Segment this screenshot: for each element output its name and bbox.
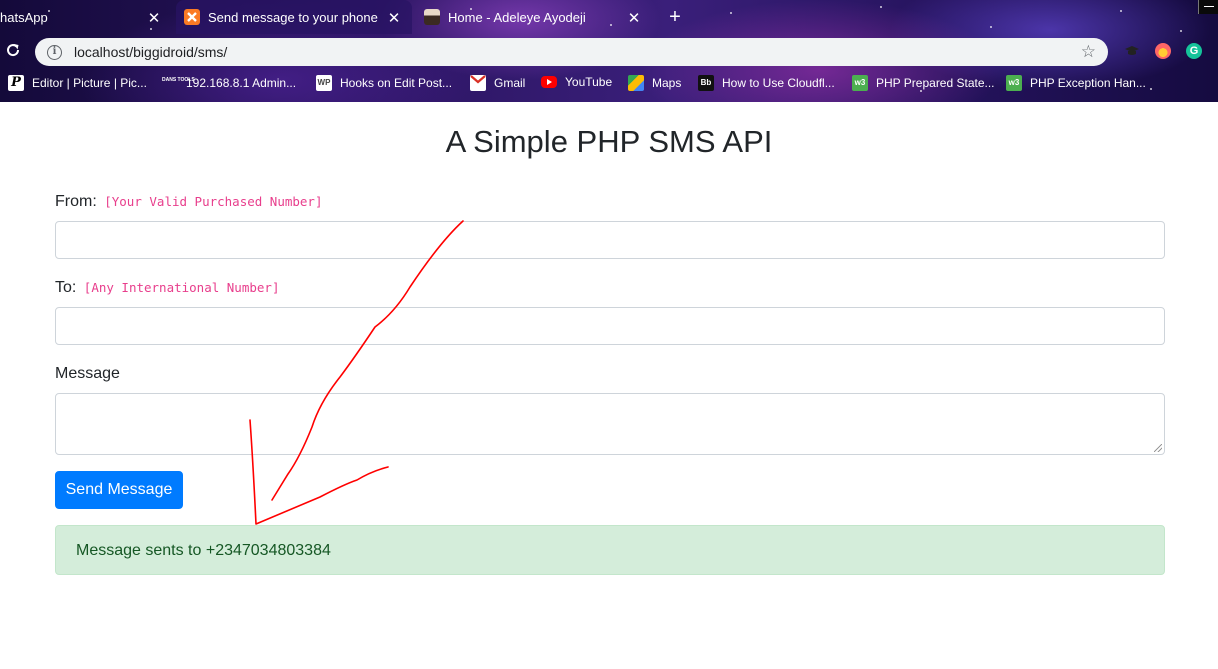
page-content: A Simple PHP SMS API From: [Your Valid P… [0, 102, 1218, 669]
success-alert: Message sents to +2347034803384 [55, 525, 1165, 575]
to-hint: [Any International Number] [83, 280, 280, 295]
bookmark-php-prepared[interactable]: w3 PHP Prepared State... [852, 75, 995, 91]
tab-label: Home - Adeleye Ayodeji [448, 9, 586, 25]
from-label: From: [Your Valid Purchased Number] [55, 193, 322, 211]
maps-icon [628, 75, 644, 91]
grammarly-icon[interactable]: G [1186, 43, 1202, 59]
from-label-text: From: [55, 193, 97, 210]
success-alert-text: Message sents to +2347034803384 [76, 542, 331, 559]
send-message-button[interactable]: Send Message [55, 471, 183, 509]
annotation-arrow-line [271, 220, 464, 501]
youtube-icon [541, 76, 557, 88]
to-label-text: To: [55, 279, 77, 296]
tab-label: hatsApp [0, 9, 48, 25]
bookmark-label: Hooks on Edit Post... [340, 76, 453, 90]
gmail-icon [470, 75, 486, 91]
resize-handle-icon[interactable] [1154, 444, 1162, 452]
bookmark-star-icon[interactable]: ☆ [1081, 42, 1096, 62]
tab-whatsapp[interactable]: hatsApp ✕ [0, 0, 172, 34]
bookmark-php-exception[interactable]: w3 PHP Exception Han... [1006, 75, 1146, 91]
w3schools-icon: w3 [1006, 75, 1022, 91]
w3schools-icon: w3 [852, 75, 868, 91]
reload-icon[interactable] [5, 42, 23, 60]
bookmark-label: Editor | Picture | Pic... [32, 76, 147, 90]
bookmark-router-admin[interactable]: DANS TOOLS 192.168.8.1 Admin... [162, 75, 296, 91]
bookmarks-bar: P Editor | Picture | Pic... DANS TOOLS 1… [0, 70, 1218, 98]
address-bar[interactable]: i localhost/biggidroid/sms/ ☆ [35, 38, 1108, 66]
close-icon[interactable]: ✕ [386, 9, 402, 27]
red-annotation-arrow [249, 220, 464, 525]
bookmark-label: Gmail [494, 76, 526, 90]
close-icon[interactable]: ✕ [146, 9, 162, 27]
message-textarea[interactable] [55, 393, 1165, 455]
info-icon[interactable]: i [47, 44, 62, 60]
bookmark-cloudflare[interactable]: Bb How to Use Cloudfl... [698, 75, 835, 91]
tab-label: Send message to your phone [208, 9, 378, 25]
wordpress-icon: WP [316, 75, 332, 91]
url-text: localhost/biggidroid/sms/ [74, 44, 228, 60]
bookmark-label: How to Use Cloudfl... [722, 76, 835, 90]
from-hint: [Your Valid Purchased Number] [104, 194, 323, 209]
picsart-icon: P [8, 75, 24, 91]
minimize-button[interactable] [1198, 0, 1218, 14]
to-label: To: [Any International Number] [55, 279, 279, 297]
xampp-icon [184, 9, 200, 25]
bookmark-hooks[interactable]: WP Hooks on Edit Post... [316, 75, 452, 91]
bookmark-youtube[interactable]: YouTube [541, 75, 612, 89]
close-icon[interactable]: ✕ [626, 9, 642, 27]
tab-home-adeleye[interactable]: Home - Adeleye Ayodeji ✕ [416, 0, 652, 34]
page-title: A Simple PHP SMS API [445, 124, 773, 159]
bookmark-label: 192.168.8.1 Admin... [186, 76, 297, 90]
from-input[interactable] [55, 221, 1165, 259]
bookmark-label: PHP Exception Han... [1030, 76, 1146, 90]
tab-send-message[interactable]: Send message to your phone ✕ [176, 0, 412, 34]
profile-photo-icon [424, 9, 440, 25]
bookmark-label: YouTube [565, 75, 613, 89]
new-tab-button[interactable]: + [663, 6, 687, 28]
bookmark-label: PHP Prepared State... [876, 76, 995, 90]
bookmark-maps[interactable]: Maps [628, 75, 681, 91]
browser-chrome: hatsApp ✕ Send message to your phone ✕ H… [0, 0, 1218, 102]
message-label: Message [55, 365, 120, 382]
bookmark-label: Maps [652, 76, 682, 90]
extension-mortarboard-icon[interactable] [1124, 43, 1140, 59]
dans-tools-icon: DANS TOOLS [162, 77, 195, 83]
bookmark-gmail[interactable]: Gmail [470, 75, 525, 91]
extension-ladybug-icon[interactable] [1155, 43, 1171, 59]
to-input[interactable] [55, 307, 1165, 345]
bb-icon: Bb [698, 75, 714, 91]
bookmark-picsart[interactable]: P Editor | Picture | Pic... [8, 75, 147, 91]
